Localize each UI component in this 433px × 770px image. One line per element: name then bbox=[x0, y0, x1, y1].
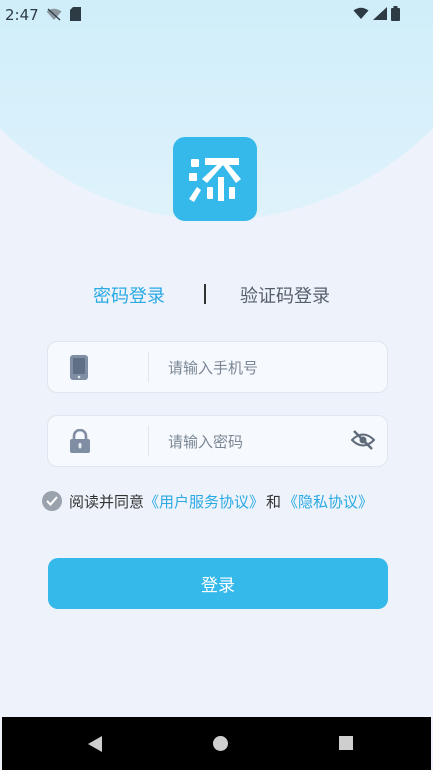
battery-icon bbox=[391, 6, 400, 21]
phone-icon bbox=[70, 355, 88, 380]
agreement-checkbox[interactable] bbox=[42, 491, 62, 511]
login-button[interactable]: 登录 bbox=[48, 558, 388, 609]
signal-icon bbox=[373, 7, 387, 20]
status-icons-right bbox=[353, 6, 400, 21]
tab-password-login[interactable]: 密码登录 bbox=[93, 282, 165, 308]
app-logo bbox=[173, 137, 257, 221]
status-icons-left bbox=[46, 7, 81, 21]
user-agreement-link[interactable]: 《用户服务协议》 bbox=[144, 491, 264, 512]
navigation-bar bbox=[2, 717, 431, 770]
check-icon bbox=[46, 496, 58, 506]
back-icon[interactable] bbox=[88, 736, 102, 752]
lock-icon bbox=[70, 429, 90, 453]
app-logo-icon bbox=[189, 158, 241, 202]
login-tabs: 密码登录 验证码登录 bbox=[0, 280, 433, 310]
status-time: 2:47 bbox=[5, 6, 39, 24]
phone-input[interactable] bbox=[166, 352, 370, 384]
wifi-icon bbox=[353, 7, 369, 19]
tab-divider bbox=[204, 284, 206, 304]
tab-code-login[interactable]: 验证码登录 bbox=[240, 282, 330, 308]
password-input[interactable] bbox=[166, 426, 370, 458]
agreement-prefix: 阅读并同意 bbox=[69, 492, 145, 511]
field-separator bbox=[148, 426, 149, 456]
phone-field[interactable] bbox=[47, 341, 388, 393]
agreement-conjunction: 和 bbox=[266, 492, 282, 511]
wifi-off-icon bbox=[46, 8, 62, 20]
privacy-agreement-link[interactable]: 《隐私协议》 bbox=[283, 491, 373, 512]
agreement-row: 阅读并同意 《用户服务协议》 和 《隐私协议》 bbox=[42, 490, 373, 512]
app-screen: 2:47 密码登录 验证码登录 请输入手机号 阅读并同意 《用户服务协议》 和 … bbox=[0, 0, 433, 770]
field-separator bbox=[148, 352, 149, 382]
eye-off-icon[interactable] bbox=[351, 430, 375, 450]
sd-card-icon bbox=[70, 7, 81, 21]
status-bar: 2:47 bbox=[0, 0, 433, 28]
recent-apps-icon[interactable] bbox=[339, 736, 353, 750]
home-icon[interactable] bbox=[213, 736, 228, 751]
password-field[interactable] bbox=[47, 415, 388, 467]
